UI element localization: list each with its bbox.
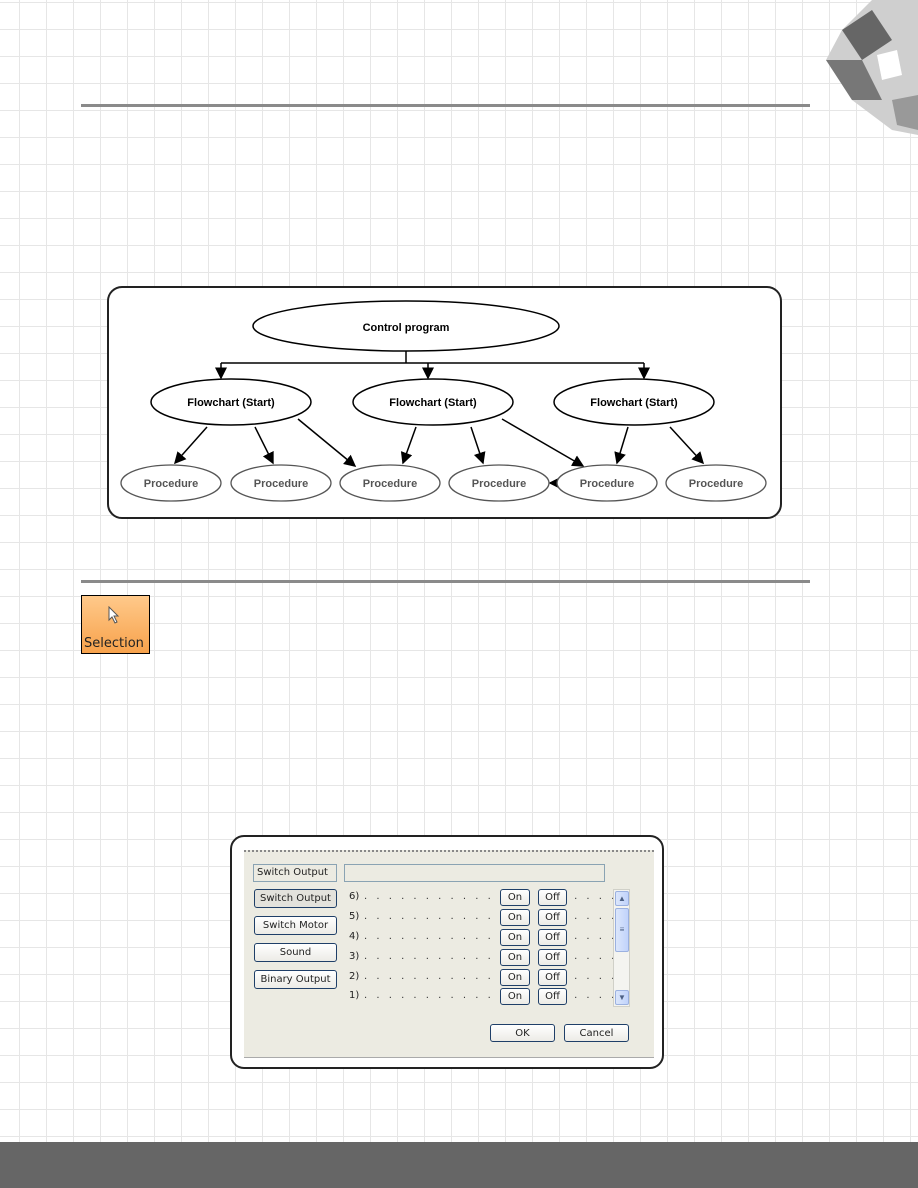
output-label: 1) xyxy=(349,990,360,1001)
flowchart-label: Flowchart (Start) xyxy=(187,397,275,409)
output-dots: . . . . . . . . . . . . . . . . . . . . … xyxy=(364,990,630,1001)
output-dots: . . . . . . . . . . . . . . . . . . . . … xyxy=(364,911,630,922)
control-program-label: Control program xyxy=(363,322,450,334)
output-dots: . . . . . . . . . . . . . . . . . . . . … xyxy=(364,931,630,942)
dialog-type-label: Switch Output xyxy=(253,864,337,882)
section-divider xyxy=(81,580,810,583)
off-button[interactable]: Off xyxy=(538,909,567,926)
output-scrollbar[interactable]: ▲ ≡ ▼ xyxy=(613,889,630,1007)
output-dots: . . . . . . . . . . . . . . . . . . . . … xyxy=(364,891,630,902)
scroll-thumb[interactable]: ≡ xyxy=(615,908,629,952)
procedure-label: Procedure xyxy=(689,478,743,490)
cancel-button[interactable]: Cancel xyxy=(564,1024,629,1042)
procedure-label: Procedure xyxy=(580,478,634,490)
off-button[interactable]: Off xyxy=(538,949,567,966)
binary-output-button[interactable]: Binary Output xyxy=(254,970,337,989)
selection-label: Selection xyxy=(84,636,144,651)
flowchart-label: Flowchart (Start) xyxy=(389,397,477,409)
procedure-label: Procedure xyxy=(472,478,526,490)
on-button[interactable]: On xyxy=(500,909,530,926)
off-button[interactable]: Off xyxy=(538,889,567,906)
output-dots: . . . . . . . . . . . . . . . . . . . . … xyxy=(364,971,630,982)
off-button[interactable]: Off xyxy=(538,988,567,1005)
on-button[interactable]: On xyxy=(500,969,530,986)
off-button[interactable]: Off xyxy=(538,969,567,986)
page-footer-bar xyxy=(0,1142,918,1188)
cursor-arrow-icon xyxy=(108,606,120,624)
program-structure-diagram: Control program Flowchart (Start) Flowch… xyxy=(107,286,782,519)
output-label: 5) xyxy=(349,911,360,922)
on-button[interactable]: On xyxy=(500,988,530,1005)
switch-motor-button[interactable]: Switch Motor xyxy=(254,916,337,935)
output-label: 4) xyxy=(349,931,360,942)
on-button[interactable]: On xyxy=(500,949,530,966)
scroll-up-icon[interactable]: ▲ xyxy=(615,891,629,906)
off-button[interactable]: Off xyxy=(538,929,567,946)
ok-button[interactable]: OK xyxy=(490,1024,555,1042)
switch-output-button[interactable]: Switch Output xyxy=(254,889,337,908)
output-dots: . . . . . . . . . . . . . . . . . . . . … xyxy=(364,951,630,962)
flowchart-label: Flowchart (Start) xyxy=(590,397,678,409)
scroll-down-icon[interactable]: ▼ xyxy=(615,990,629,1005)
flowchart-node: Flowchart (Start) xyxy=(352,378,514,426)
output-label: 6) xyxy=(349,891,360,902)
output-label: 2) xyxy=(349,971,360,982)
sound-button[interactable]: Sound xyxy=(254,943,337,962)
dialog-name-field[interactable] xyxy=(344,864,605,882)
flowchart-node: Flowchart (Start) xyxy=(150,378,312,426)
procedure-label: Procedure xyxy=(144,478,198,490)
flowchart-node: Flowchart (Start) xyxy=(553,378,715,426)
procedure-label: Procedure xyxy=(254,478,308,490)
on-button[interactable]: On xyxy=(500,889,530,906)
output-label: 3) xyxy=(349,951,360,962)
on-button[interactable]: On xyxy=(500,929,530,946)
selection-tool-button[interactable]: Selection xyxy=(81,595,150,654)
procedure-label: Procedure xyxy=(363,478,417,490)
